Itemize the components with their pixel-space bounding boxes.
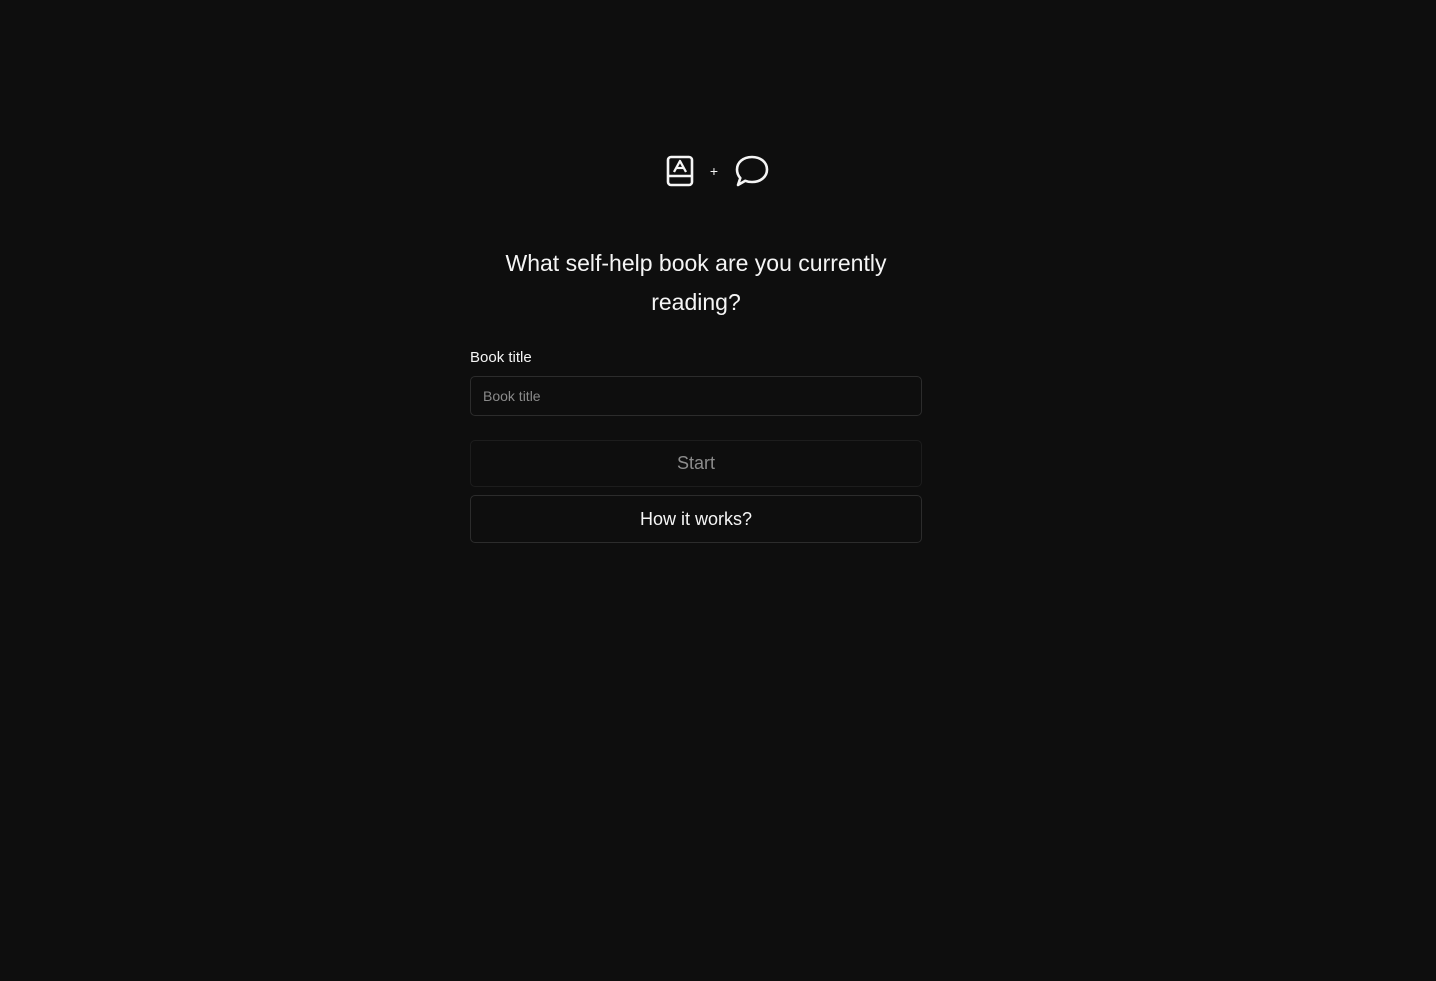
book-form: Book title Start How it works? (470, 347, 922, 543)
page-title: What self-help book are you currently re… (505, 250, 887, 315)
book-title-label: Book title (470, 349, 532, 366)
start-button[interactable]: Start (470, 440, 922, 487)
book-title-input[interactable] (470, 376, 922, 416)
plus-sign: + (709, 163, 719, 179)
hero-icons: + (0, 154, 1436, 188)
page: + What self-help book are you currently … (0, 0, 1436, 981)
chat-bubble-icon (734, 154, 770, 188)
book-icon (666, 155, 694, 187)
how-it-works-button[interactable]: How it works? (470, 495, 922, 543)
